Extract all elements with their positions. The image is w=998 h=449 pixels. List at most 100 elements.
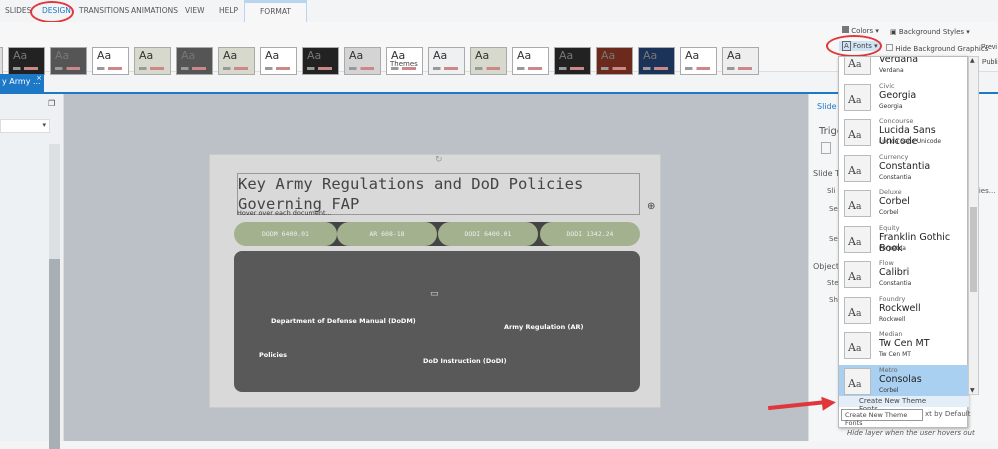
theme-sample: Aa xyxy=(13,49,28,62)
create-new-theme-fonts[interactable]: Create New Theme Fonts... xyxy=(839,396,969,413)
new-trigger-icon[interactable] xyxy=(821,142,831,154)
heading-font: Verdana xyxy=(879,57,919,65)
theme-thumbnail[interactable]: Aa xyxy=(8,47,45,75)
publish-button[interactable]: Publi xyxy=(982,59,998,66)
font-theme-item[interactable]: Aa Foundry Rockwell Rockwell xyxy=(839,294,969,330)
pane-dropdown[interactable]: ▾ xyxy=(0,119,50,133)
font-theme-item[interactable]: Aa Equity Franklin Gothic Book Perpetua xyxy=(839,223,969,259)
slide-panel-tab[interactable]: Slide xyxy=(817,102,837,111)
label-dodi[interactable]: DoD Instruction (DoDI) xyxy=(423,357,507,365)
theme-sample: Aa xyxy=(601,49,616,62)
theme-thumbnail[interactable]: Aa xyxy=(344,47,381,75)
tab-view[interactable]: VIEW xyxy=(185,6,205,15)
font-preview-icon: Aa xyxy=(844,57,871,75)
theme-thumbnail[interactable]: Aa xyxy=(0,47,3,75)
font-theme-item[interactable]: Aa Deluxe Corbel Corbel xyxy=(839,187,969,223)
colors-icon xyxy=(842,26,849,33)
theme-thumbnail[interactable]: Aa xyxy=(470,47,507,75)
theme-thumbnail[interactable]: Aa xyxy=(302,47,339,75)
annotation-circle-design xyxy=(30,1,74,23)
tab-transitions[interactable]: TRANSITIONS xyxy=(79,6,129,15)
tab-slides[interactable]: SLIDES xyxy=(5,6,31,15)
document-tab[interactable]: y Army ... × xyxy=(0,74,44,92)
label-policies[interactable]: Policies xyxy=(259,351,287,359)
theme-thumbnail[interactable]: Aa xyxy=(50,47,87,75)
font-theme-item[interactable]: Aa Verdana Verdana xyxy=(839,57,969,81)
theme-thumbnail[interactable]: Aa xyxy=(680,47,717,75)
font-theme-item[interactable]: Aa Flow Calibri Constantia xyxy=(839,258,969,294)
slide-subtitle[interactable]: Hover over each document... xyxy=(237,209,332,217)
comment-icon[interactable]: ▭ xyxy=(430,289,439,299)
font-theme-name: Currency xyxy=(879,152,909,161)
checkbox-icon xyxy=(886,44,893,51)
pill-dodm[interactable]: DODM 6400.01 xyxy=(234,222,337,246)
theme-sample: Aa xyxy=(643,49,658,62)
theme-sample: Aa xyxy=(517,49,532,62)
theme-swatches xyxy=(559,67,584,70)
restore-icon[interactable]: ❐ xyxy=(48,99,55,108)
body-font: Perpetua xyxy=(879,244,906,252)
preview-button[interactable]: Previ xyxy=(981,44,997,51)
label-dodm[interactable]: Department of Defense Manual (DoDM) xyxy=(271,317,416,325)
theme-thumbnail[interactable]: Aa xyxy=(218,47,255,75)
font-theme-item[interactable]: Aa Civic Georgia Georgia xyxy=(839,81,969,117)
fonts-scrollbar[interactable]: ▲ ▼ xyxy=(968,56,979,395)
scrollbar-thumb[interactable] xyxy=(970,207,977,292)
pill-ar[interactable]: AR 608-18 xyxy=(337,222,437,246)
theme-sample: Aa xyxy=(307,49,322,62)
theme-swatches xyxy=(601,67,626,70)
chevron-down-icon: ▾ xyxy=(42,121,46,129)
font-theme-name: Equity xyxy=(879,223,900,232)
rotate-handle-icon[interactable]: ↻ xyxy=(435,155,443,165)
close-icon[interactable]: × xyxy=(36,74,42,82)
theme-thumbnail[interactable]: Aa xyxy=(134,47,171,75)
background-styles-button[interactable]: ▣ Background Styles ▾ xyxy=(890,28,970,36)
slide[interactable]: Key Army Regulations and DoD Policies Go… xyxy=(209,154,661,408)
document-tab-label: y Army ... xyxy=(2,77,41,86)
state-item[interactable]: Ste xyxy=(827,279,839,287)
tab-animations[interactable]: ANIMATIONS xyxy=(131,6,178,15)
theme-swatches xyxy=(139,67,164,70)
font-theme-name: Median xyxy=(879,330,903,338)
theme-thumbnail[interactable]: Aa xyxy=(596,47,633,75)
theme-thumbnail[interactable]: Aa xyxy=(92,47,129,75)
colors-button[interactable]: Colors ▾ xyxy=(842,26,879,35)
font-theme-item[interactable]: Aa Metro Consolas Corbel xyxy=(839,364,969,396)
hide-background-checkbox[interactable]: Hide Background Graphics xyxy=(886,44,988,53)
font-theme-item[interactable]: Aa Currency Constantia Constantia xyxy=(839,152,969,188)
tab-help[interactable]: HELP xyxy=(219,6,238,15)
pill-dodi-1342[interactable]: DODI 1342.24 xyxy=(540,222,640,246)
theme-thumbnail[interactable]: Aa xyxy=(722,47,759,75)
font-theme-item[interactable]: Aa Median Tw Cen MT Tw Cen MT xyxy=(839,329,969,365)
heading-font: Tw Cen MT xyxy=(879,338,930,349)
theme-sample: Aa xyxy=(265,49,280,62)
move-icon[interactable]: ⊕ xyxy=(647,201,655,212)
scrollbar[interactable] xyxy=(49,144,60,449)
theme-thumbnail[interactable]: Aa xyxy=(428,47,465,75)
hide-layer-text: Hide layer when the user hovers out xyxy=(847,429,975,437)
theme-sample: Aa xyxy=(433,49,448,62)
theme-thumbnail[interactable]: Aa xyxy=(512,47,549,75)
ribbon-tabs: SLIDES DESIGN TRANSITIONS ANIMATIONS VIE… xyxy=(0,0,998,23)
font-preview-icon: Aa xyxy=(844,332,871,359)
theme-thumbnail[interactable]: Aa xyxy=(260,47,297,75)
scroll-up-icon[interactable]: ▲ xyxy=(970,57,975,64)
theme-thumbnail[interactable]: Aa xyxy=(554,47,591,75)
font-theme-name: Flow xyxy=(879,259,894,267)
font-preview-icon: Aa xyxy=(844,83,871,111)
tab-format[interactable]: FORMAT xyxy=(244,0,307,22)
scroll-down-icon[interactable]: ▼ xyxy=(970,387,975,394)
scrollbar-thumb[interactable] xyxy=(49,259,60,449)
theme-swatches xyxy=(97,67,122,70)
colors-label: Colors xyxy=(851,27,874,35)
pill-dodi-6400[interactable]: DODI 6400.01 xyxy=(438,222,538,246)
label-ar[interactable]: Army Regulation (AR) xyxy=(504,323,584,331)
theme-swatches xyxy=(265,67,290,70)
heading-font: Consolas xyxy=(879,373,922,385)
object-triggers-heading: Object xyxy=(813,262,840,271)
theme-thumbnail[interactable]: Aa xyxy=(638,47,675,75)
font-preview-icon: Aa xyxy=(844,261,871,288)
slide-trigger-item[interactable]: Sli xyxy=(827,187,835,195)
font-theme-item[interactable]: Aa Concourse Lucida Sans Unicode Lucida San… xyxy=(839,116,969,152)
theme-thumbnail[interactable]: Aa xyxy=(176,47,213,75)
